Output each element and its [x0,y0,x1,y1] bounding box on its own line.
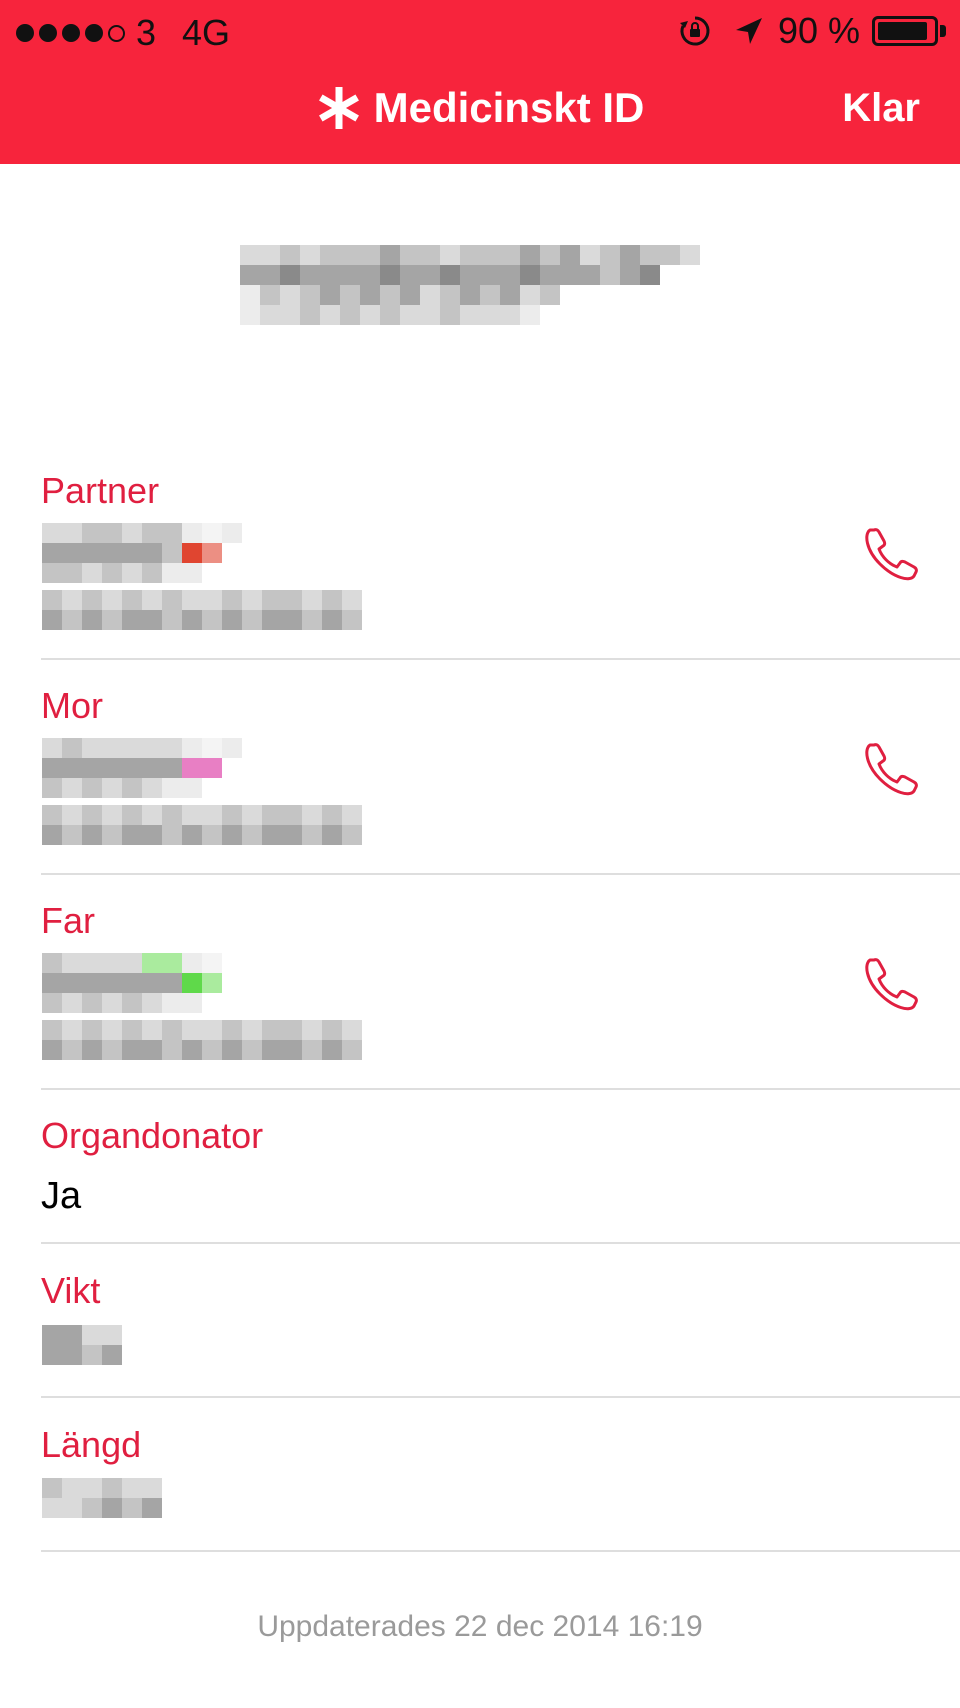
divider [41,1550,960,1552]
battery-tip [940,25,946,37]
phone-icon[interactable] [856,735,926,805]
phone-icon[interactable] [856,520,926,590]
obscured-height-value [42,1478,162,1518]
divider [41,1396,960,1398]
divider [41,1242,960,1244]
status-bar: 3 4G 90 % [0,0,960,64]
obscured-weight-value [42,1325,122,1365]
signal-dot-icon [16,24,34,42]
obscured-name [240,245,740,325]
obscured-contact-name [42,523,262,583]
obscured-contact-name [42,953,242,1013]
divider [41,873,960,875]
location-arrow-icon [735,18,762,44]
contact-label-mor: Mor [41,685,103,726]
divider [41,1088,960,1090]
signal-dot-icon [62,24,80,42]
network-type: 4G [182,12,231,53]
signal-dot-icon [39,24,57,42]
obscured-phone-number [42,590,402,630]
battery-fill [878,22,927,40]
obscured-phone-number [42,805,402,845]
organ-donor-label: Organdonator [41,1115,264,1156]
page-title-text: Medicinskt ID [373,84,645,131]
divider [41,658,960,660]
height-label: Längd [41,1424,142,1465]
obscured-phone-number [42,1020,402,1060]
phone-icon[interactable] [856,950,926,1020]
contact-label-partner: Partner [41,470,160,511]
rotation-lock-icon [679,16,710,46]
carrier-name: 3 [136,12,157,53]
signal-dot-icon [85,24,103,42]
signal-dot-empty-icon [108,24,125,42]
done-button[interactable]: Klar [842,86,920,131]
weight-label: Vikt [41,1270,101,1311]
last-updated-text: Uppdaterades 22 dec 2014 16:19 [257,1610,703,1643]
status-right: 90 % [678,10,946,52]
battery-icon [872,16,938,46]
contact-label-far: Far [41,900,95,941]
signal-area: 3 4G [16,12,230,54]
navigation-bar: Medicinskt ID Klar [0,64,960,164]
page-title: Medicinskt ID [0,84,960,132]
obscured-contact-name [42,738,262,798]
battery-percent: 90 % [777,10,860,51]
asterisk-icon [318,87,359,129]
organ-donor-value: Ja [41,1175,82,1217]
